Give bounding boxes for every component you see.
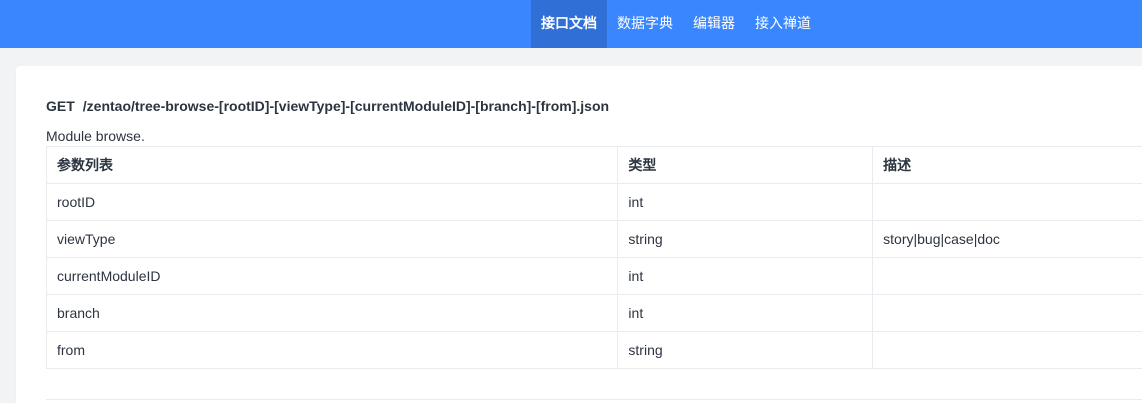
param-desc-cell (872, 294, 1142, 332)
param-name-cell: currentModuleID (45, 257, 619, 295)
api-title: GET/zentao/tree-browse-[rootID]-[viewTyp… (46, 98, 609, 114)
param-name-cell: viewType (45, 220, 619, 258)
table-row: branch int (45, 294, 1142, 332)
param-type-cell: int (617, 294, 874, 332)
table-row: viewType string story|bug|case|doc (45, 220, 1142, 258)
table-row: currentModuleID int (45, 257, 1142, 295)
column-header-type: 类型 (617, 146, 874, 184)
nav-item-connect-zentao[interactable]: 接入禅道 (745, 0, 821, 48)
param-name-cell: from (45, 331, 619, 369)
params-table: 参数列表 类型 描述 rootID int viewType string st… (45, 146, 1142, 369)
api-description: Module browse. (46, 128, 145, 144)
api-path: /zentao/tree-browse-[rootID]-[viewType]-… (82, 98, 610, 114)
top-nav: 接口文档 数据字典 编辑器 接入禅道 (531, 0, 821, 48)
param-type-cell: int (617, 257, 874, 295)
param-type-cell: string (617, 331, 874, 369)
api-detail-panel: GET/zentao/tree-browse-[rootID]-[viewTyp… (16, 66, 1142, 403)
table-header-row: 参数列表 类型 描述 (45, 146, 1142, 184)
nav-item-api-docs[interactable]: 接口文档 (531, 0, 607, 48)
nav-item-editor[interactable]: 编辑器 (683, 0, 745, 48)
param-name-cell: branch (45, 294, 619, 332)
param-desc-cell (872, 183, 1142, 221)
column-header-param: 参数列表 (45, 146, 619, 184)
section-divider (46, 399, 1142, 400)
param-type-cell: string (617, 220, 874, 258)
nav-item-data-dictionary[interactable]: 数据字典 (607, 0, 683, 48)
column-header-description: 描述 (872, 146, 1142, 184)
param-name-cell: rootID (45, 183, 619, 221)
param-desc-cell: story|bug|case|doc (872, 220, 1142, 258)
table-row: rootID int (45, 183, 1142, 221)
param-type-cell: int (617, 183, 874, 221)
http-method: GET (46, 98, 75, 114)
table-row: from string (45, 331, 1142, 369)
top-navbar: 接口文档 数据字典 编辑器 接入禅道 (0, 0, 1142, 48)
param-desc-cell (872, 257, 1142, 295)
param-desc-cell (872, 331, 1142, 369)
